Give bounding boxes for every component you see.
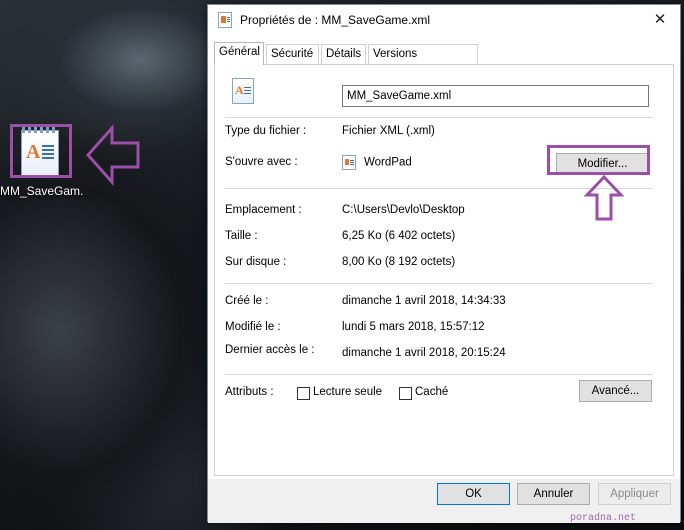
cancel-button[interactable]: Annuler xyxy=(517,483,590,505)
opens-with-label: S'ouvre avec : xyxy=(225,156,298,168)
created-label: Créé le : xyxy=(225,295,269,307)
disk-size-label: Sur disque : xyxy=(225,256,287,268)
highlight-box-modify-button xyxy=(547,145,650,175)
title-bar[interactable]: Propriétés de : MM_SaveGame.xml ✕ xyxy=(208,5,680,35)
separator xyxy=(225,117,653,118)
arrow-left-annotation-icon xyxy=(86,124,140,186)
location-label: Emplacement : xyxy=(225,204,302,216)
apply-button: Appliquer xyxy=(598,483,671,505)
file-type-label: Type du fichier : xyxy=(225,125,307,137)
accessed-label: Dernier accès le : xyxy=(225,344,315,356)
properties-dialog: Propriétés de : MM_SaveGame.xml ✕ Généra… xyxy=(207,4,681,523)
attributes-label: Attributs : xyxy=(225,386,274,398)
wordpad-document-icon xyxy=(218,12,232,28)
tab-details[interactable]: Détails xyxy=(321,44,366,64)
modified-label: Modifié le : xyxy=(225,321,281,333)
close-button[interactable]: ✕ xyxy=(646,7,674,33)
wordpad-app-icon xyxy=(342,155,356,170)
tab-previous-versions[interactable]: Versions précédentes xyxy=(368,44,478,78)
ok-button[interactable]: OK xyxy=(437,483,510,505)
close-icon: ✕ xyxy=(653,11,667,28)
advanced-button[interactable]: Avancé... xyxy=(579,380,652,402)
dialog-title: Propriétés de : MM_SaveGame.xml xyxy=(240,13,431,27)
size-label: Taille : xyxy=(225,230,258,242)
created-value: dimanche 1 avril 2018, 14:34:33 xyxy=(342,295,506,307)
wordpad-document-icon: A xyxy=(232,78,254,104)
file-name-input[interactable] xyxy=(342,85,649,107)
desktop-file-label: MM_SaveGam... xyxy=(0,184,84,198)
watermark: poradna.net xyxy=(569,513,636,524)
general-panel: A Type du fichier : Fichier XML (.xml) S… xyxy=(214,64,674,476)
size-value: 6,25 Ko (6 402 octets) xyxy=(342,230,456,242)
separator xyxy=(225,374,653,375)
disk-size-value: 8,00 Ko (8 192 octets) xyxy=(342,256,456,268)
modified-value: lundi 5 mars 2018, 15:57:12 xyxy=(342,321,485,333)
tab-security[interactable]: Sécurité xyxy=(266,44,319,64)
hidden-checkbox[interactable] xyxy=(399,387,412,400)
tab-general[interactable]: Général xyxy=(214,42,264,65)
readonly-label[interactable]: Lecture seule xyxy=(313,386,382,398)
arrow-up-annotation-icon xyxy=(584,174,624,221)
file-type-value: Fichier XML (.xml) xyxy=(342,125,435,137)
readonly-checkbox[interactable] xyxy=(297,387,310,400)
opens-with-value: WordPad xyxy=(342,155,412,170)
highlight-box-desktop-icon xyxy=(10,124,72,178)
accessed-value: dimanche 1 avril 2018, 20:15:24 xyxy=(342,347,506,359)
hidden-label[interactable]: Caché xyxy=(415,386,448,398)
separator xyxy=(225,283,653,284)
location-value: C:\Users\Devlo\Desktop xyxy=(342,204,465,216)
